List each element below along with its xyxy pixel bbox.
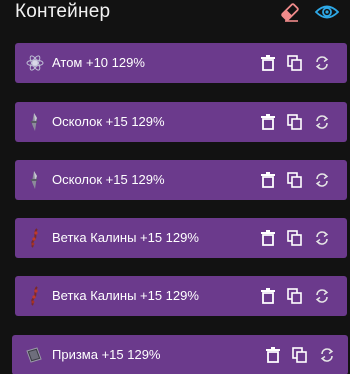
trash-icon[interactable] — [259, 113, 277, 131]
item-label: Осколок +15 129% — [52, 114, 165, 129]
list-item[interactable]: Атом +10 129% — [15, 43, 347, 83]
page-title: Контейнер — [15, 1, 111, 22]
copy-icon[interactable] — [286, 171, 304, 189]
viburnum-branch-icon — [26, 286, 44, 306]
copy-icon[interactable] — [286, 287, 304, 305]
list-item[interactable]: Ветка Калины +15 129% — [15, 218, 347, 258]
eraser-icon[interactable] — [278, 0, 302, 24]
list-item[interactable]: Ветка Калины +15 129% — [15, 276, 347, 316]
swap-icon[interactable] — [313, 229, 331, 247]
trash-icon[interactable] — [264, 346, 282, 364]
trash-icon[interactable] — [259, 171, 277, 189]
swap-icon[interactable] — [313, 113, 331, 131]
trash-icon[interactable] — [259, 54, 277, 72]
shard-icon — [26, 170, 44, 190]
atom-icon — [26, 53, 44, 73]
eye-icon[interactable] — [315, 0, 339, 24]
swap-icon[interactable] — [318, 346, 336, 364]
trash-icon[interactable] — [259, 229, 277, 247]
shard-icon — [26, 112, 44, 132]
swap-icon[interactable] — [313, 54, 331, 72]
item-label: Атом +10 129% — [52, 55, 145, 70]
copy-icon[interactable] — [286, 54, 304, 72]
swap-icon[interactable] — [313, 171, 331, 189]
container-header: Контейнер — [15, 0, 350, 28]
trash-icon[interactable] — [259, 287, 277, 305]
list-item[interactable]: Призма +15 129% — [12, 335, 348, 374]
item-label: Ветка Калины +15 129% — [52, 288, 199, 303]
swap-icon[interactable] — [313, 287, 331, 305]
item-label: Призма +15 129% — [52, 347, 161, 362]
item-label: Осколок +15 129% — [52, 172, 165, 187]
list-item[interactable]: Осколок +15 129% — [15, 160, 347, 200]
item-label: Ветка Калины +15 129% — [52, 230, 199, 245]
copy-icon[interactable] — [286, 229, 304, 247]
prism-icon — [25, 345, 43, 365]
list-item[interactable]: Осколок +15 129% — [15, 102, 347, 142]
copy-icon[interactable] — [291, 346, 309, 364]
viburnum-branch-icon — [26, 228, 44, 248]
copy-icon[interactable] — [286, 113, 304, 131]
